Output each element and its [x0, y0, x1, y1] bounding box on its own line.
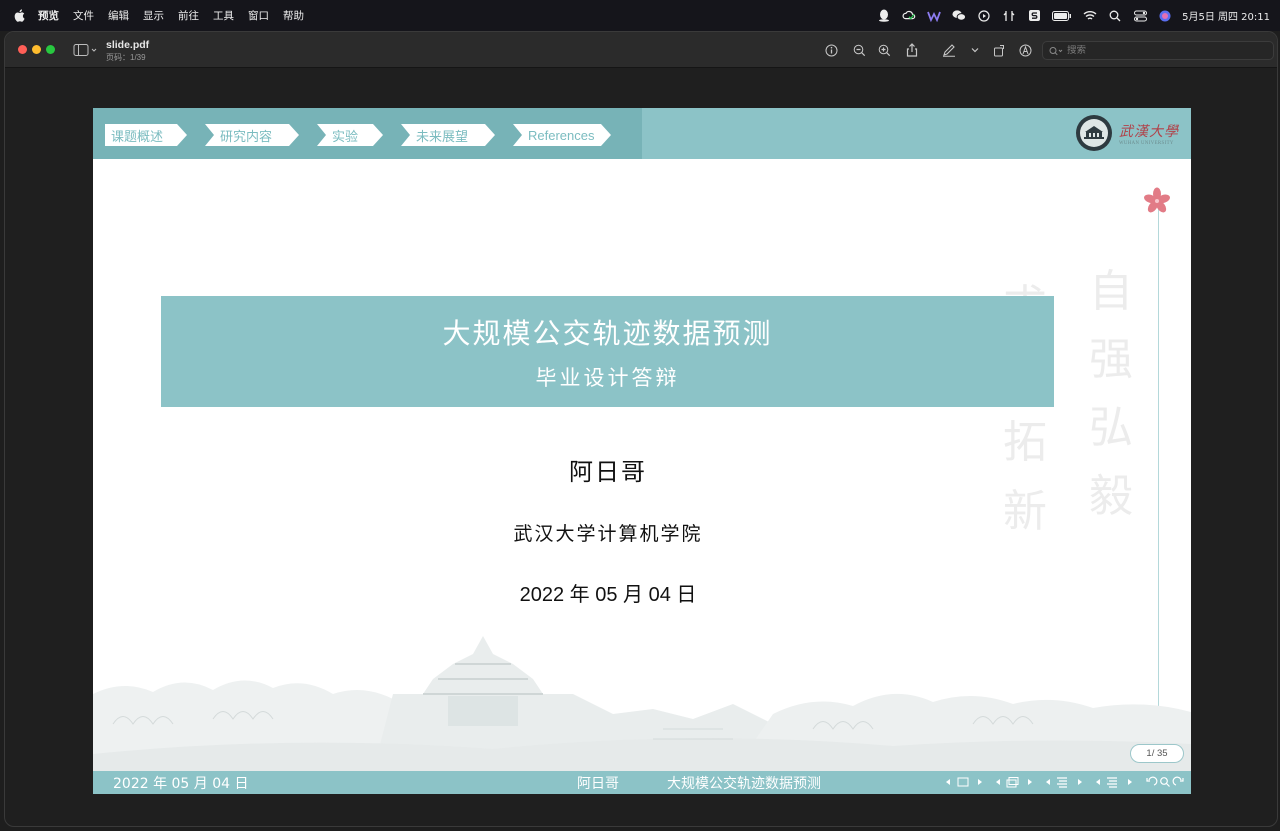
- control-center-icon[interactable]: [1133, 9, 1147, 23]
- zoom-in-icon[interactable]: [876, 42, 892, 58]
- cherry-blossom-icon: [1144, 187, 1170, 213]
- menu-clock[interactable]: 5月5日 周四 20:11: [1182, 8, 1270, 23]
- slide-nav-bar: 课题概述 研究内容 实验 未来展望 References 武漢大學 WUHAN …: [93, 108, 1191, 159]
- footer-title: 大规模公交轨迹数据预测: [667, 776, 821, 792]
- nav-frame-controls[interactable]: [945, 776, 989, 788]
- menu-edit[interactable]: 编辑: [108, 8, 129, 23]
- nav-section-controls[interactable]: [1045, 776, 1089, 788]
- annotate-circle-icon[interactable]: [1017, 42, 1033, 58]
- menu-window[interactable]: 窗口: [248, 8, 269, 23]
- motto-right-column: 自 强 弘 毅: [1089, 258, 1133, 531]
- nav-subsection-controls[interactable]: [995, 776, 1039, 788]
- motto-char: 强: [1089, 334, 1133, 386]
- zoom-out-icon[interactable]: [851, 42, 867, 58]
- s-app-icon[interactable]: [1027, 9, 1041, 23]
- slide-title: 大规模公交轨迹数据预测: [442, 316, 773, 350]
- nav-item-references[interactable]: References: [513, 124, 611, 146]
- info-icon[interactable]: [823, 42, 839, 58]
- slide-page-badge: 1/ 35: [1130, 744, 1184, 763]
- logo-english-name: WUHAN UNIVERSITY: [1119, 140, 1174, 146]
- document-title: slide.pdf: [106, 39, 150, 51]
- nav-item-research[interactable]: 研究内容: [205, 124, 299, 146]
- tuning-icon[interactable]: [1002, 9, 1016, 23]
- beamer-navigation: [945, 776, 1191, 788]
- menu-go[interactable]: 前往: [178, 8, 199, 23]
- minimize-window-button[interactable]: [32, 45, 41, 54]
- status-area: 5月5日 周四 20:11: [866, 0, 1270, 31]
- title-block: 大规模公交轨迹数据预测 毕业设计答辩: [161, 296, 1054, 407]
- logo-chinese-name: 武漢大學: [1119, 123, 1179, 140]
- search-field[interactable]: [1042, 41, 1274, 60]
- rotate-icon[interactable]: [991, 42, 1007, 58]
- maximize-window-button[interactable]: [46, 45, 55, 54]
- close-window-button[interactable]: [18, 45, 27, 54]
- slide-date: 2022 年 05 月 04 日: [519, 584, 697, 606]
- chevron-down-icon[interactable]: [967, 42, 983, 58]
- university-logo: 武漢大學 WUHAN UNIVERSITY: [1075, 114, 1179, 152]
- document-page-count: 页码：1/39: [106, 53, 146, 62]
- menu-app-name[interactable]: 预览: [38, 8, 59, 23]
- slide-footer: 2022 年 05 月 04 日 阿日哥 大规模公交轨迹数据预测: [93, 771, 1191, 794]
- menu-bar: 预览 文件 编辑 显示 前往 工具 窗口 帮助 5月5日 周四 20:11: [0, 0, 1280, 31]
- search-icon: [1049, 41, 1063, 60]
- markup-pen-icon[interactable]: [941, 42, 957, 58]
- wifi-icon[interactable]: [1083, 9, 1097, 23]
- footer-author: 阿日哥: [577, 776, 619, 792]
- slide-author: 阿日哥: [569, 458, 647, 486]
- nav-item-overview[interactable]: 课题概述: [105, 124, 187, 146]
- wechat-icon[interactable]: [952, 9, 967, 23]
- title-bar: slide.pdf 页码：1/39: [5, 32, 1277, 68]
- motto-char: 自: [1089, 266, 1133, 317]
- menu-file[interactable]: 文件: [73, 8, 94, 23]
- nav-item-experiment[interactable]: 实验: [317, 124, 383, 146]
- menu-help[interactable]: 帮助: [283, 8, 304, 23]
- battery-icon[interactable]: [1052, 9, 1072, 23]
- play-circle-icon[interactable]: [977, 9, 991, 23]
- search-input[interactable]: [1067, 45, 1257, 56]
- campus-landscape-illustration: [93, 636, 1191, 772]
- menu-tools[interactable]: 工具: [213, 8, 234, 23]
- slide-subtitle: 毕业设计答辩: [535, 365, 680, 390]
- slide-institute: 武汉大学计算机学院: [513, 523, 703, 545]
- qq-icon[interactable]: [877, 9, 891, 23]
- university-seal-icon: [1076, 115, 1112, 151]
- nav-document-controls[interactable]: [1095, 776, 1139, 788]
- sidebar-toggle-button[interactable]: [73, 42, 99, 58]
- preview-window: slide.pdf 页码：1/39 搜索 课题概述 研究内容 实验 未来展望 R…: [4, 31, 1278, 827]
- footer-date: 2022 年 05 月 04 日: [113, 776, 249, 792]
- w-app-icon[interactable]: [927, 9, 941, 23]
- menu-view[interactable]: 显示: [143, 8, 164, 23]
- share-icon[interactable]: [904, 42, 920, 58]
- search-icon[interactable]: [1108, 9, 1122, 23]
- nav-undo-search-redo[interactable]: [1145, 776, 1185, 788]
- apple-icon[interactable]: [12, 9, 26, 23]
- nav-item-future[interactable]: 未来展望: [401, 124, 495, 146]
- slide-page: 课题概述 研究内容 实验 未来展望 References 武漢大學 WUHAN …: [93, 108, 1191, 794]
- siri-icon[interactable]: [1158, 9, 1172, 23]
- cloud-sync-icon[interactable]: [902, 9, 916, 23]
